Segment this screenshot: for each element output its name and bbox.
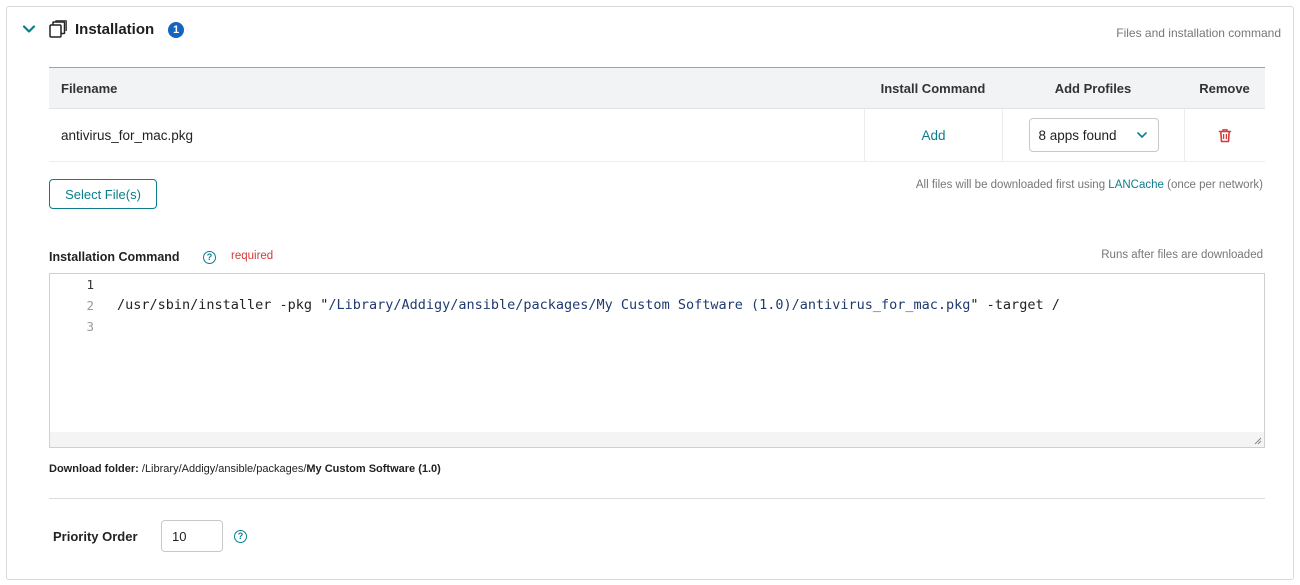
line-number-gutter: 1 2 3 [50, 274, 98, 337]
header-install-command: Install Command [880, 80, 986, 96]
download-folder: Download folder: /Library/Addigy/ansible… [49, 463, 441, 475]
add-install-command-link[interactable]: Add [921, 128, 945, 143]
line-number: 1 [86, 277, 94, 292]
help-icon[interactable]: ? [234, 530, 247, 543]
select-files-button[interactable]: Select File(s) [49, 179, 157, 209]
lancache-link[interactable]: LANCache [1108, 179, 1164, 191]
code-plain: /usr/sbin/installer -pkg " [117, 297, 329, 313]
row-profiles-cell: 8 apps found [1002, 109, 1184, 161]
download-folder-path: /Library/Addigy/ansible/packages/ [138, 463, 307, 475]
stack-icon [49, 20, 67, 38]
lancache-note-prefix: All files will be downloaded first using [915, 179, 1109, 191]
table-row: antivirus_for_mac.pkg Add 8 apps found [49, 109, 1265, 162]
priority-order-label: Priority Order [53, 529, 138, 544]
row-remove-cell [1184, 109, 1265, 161]
table-header: Filename Install Command Add Profiles Re… [49, 67, 1265, 109]
help-icon[interactable]: ? [203, 251, 216, 264]
profiles-select-value: 8 apps found [1038, 127, 1117, 143]
installation-command-label: Installation Command [49, 250, 180, 264]
lancache-note: All files will be downloaded first using… [916, 179, 1263, 191]
code-plain: " -target / [970, 297, 1060, 313]
file-count-badge: 1 [168, 22, 184, 38]
required-label: required [231, 250, 274, 262]
editor-footer [50, 432, 1264, 447]
chevron-down-icon [1136, 132, 1147, 138]
code-line: /usr/sbin/installer -pkg "/Library/Addig… [117, 295, 1060, 316]
installation-panel: Installation 1 Files and installation co… [6, 6, 1294, 580]
section-header: Installation 1 Files and installation co… [7, 7, 1293, 55]
priority-order-input[interactable] [161, 520, 223, 552]
installation-command-editor[interactable]: 1 2 3 /usr/sbin/installer -pkg "/Library… [49, 273, 1265, 448]
line-number: 3 [86, 319, 94, 334]
lancache-note-suffix: (once per network) [1163, 179, 1263, 191]
files-table: Filename Install Command Add Profiles Re… [49, 67, 1265, 162]
section-title: Installation [75, 21, 155, 38]
profiles-select[interactable]: 8 apps found [1028, 118, 1159, 152]
code-string: /Library/Addigy/ansible/packages/My Cust… [328, 297, 971, 313]
row-install-command-cell: Add [864, 109, 1002, 161]
download-folder-label: Download folder: [49, 463, 139, 475]
line-number: 2 [86, 298, 94, 313]
code-area: /usr/sbin/installer -pkg "/Library/Addig… [117, 274, 1060, 337]
divider [49, 498, 1265, 499]
download-folder-name: My Custom Software (1.0) [306, 463, 441, 475]
header-add-profiles: Add Profiles [1054, 80, 1132, 96]
row-filename: antivirus_for_mac.pkg [61, 127, 194, 143]
resize-grip-icon[interactable] [1254, 437, 1262, 445]
trash-icon[interactable] [1218, 128, 1232, 143]
section-subtitle: Files and installation command [1116, 26, 1281, 40]
runs-after-note: Runs after files are downloaded [1101, 249, 1263, 261]
chevron-down-icon[interactable] [21, 21, 37, 37]
header-filename: Filename [61, 80, 118, 96]
header-remove: Remove [1199, 80, 1250, 96]
